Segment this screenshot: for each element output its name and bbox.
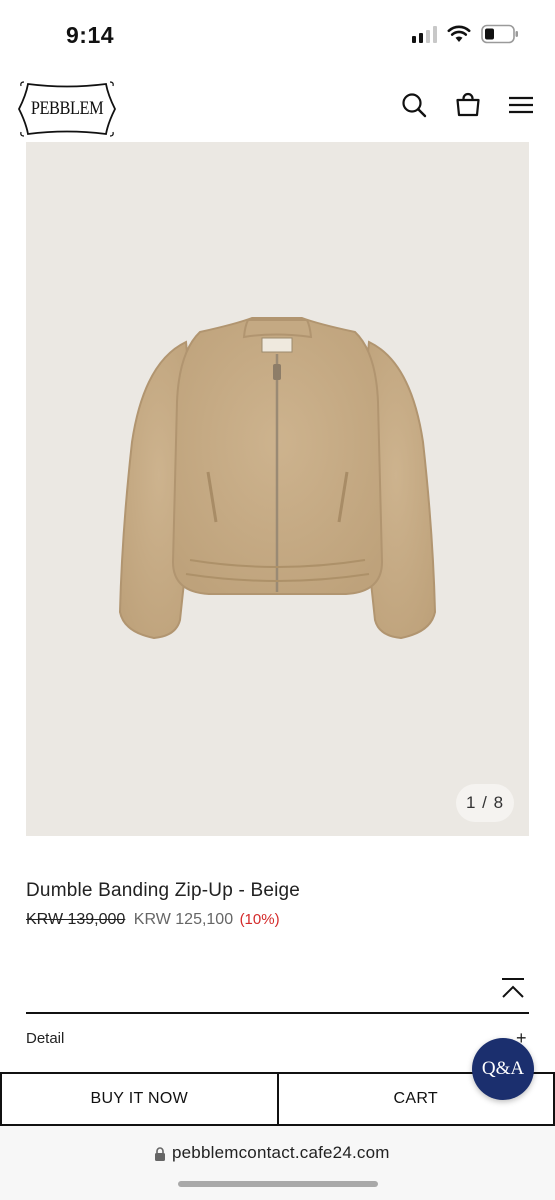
product-title: Dumble Banding Zip-Up - Beige bbox=[26, 880, 301, 901]
jacket-illustration bbox=[118, 317, 437, 640]
site-header: PEBBLEM bbox=[0, 72, 555, 142]
section-divider bbox=[26, 1012, 529, 1014]
wifi-icon bbox=[447, 25, 471, 42]
signal-icon bbox=[412, 25, 437, 43]
url-text: pebblemcontact.cafe24.com bbox=[172, 1143, 390, 1162]
price-row: KRW 139,000 KRW 125,100 (10%) bbox=[26, 911, 280, 929]
logo-text: PEBBLEM bbox=[30, 98, 104, 119]
lock-icon bbox=[155, 1147, 165, 1161]
home-indicator bbox=[178, 1181, 378, 1187]
sale-price: KRW 125,100 bbox=[133, 911, 234, 928]
detail-section-label[interactable]: Detail bbox=[26, 1030, 64, 1047]
discount-badge: (10%) bbox=[239, 911, 280, 928]
product-image[interactable]: 1 / 8 bbox=[26, 142, 529, 836]
battery-icon bbox=[481, 24, 518, 44]
status-bar: 9:14 bbox=[0, 0, 555, 72]
buy-now-button[interactable]: BUY IT NOW bbox=[2, 1074, 279, 1124]
status-icons bbox=[412, 24, 519, 44]
qa-button[interactable]: Q&A bbox=[472, 1038, 534, 1100]
status-time: 9:14 bbox=[66, 22, 115, 48]
browser-url-bar[interactable]: pebblemcontact.cafe24.com bbox=[0, 1126, 555, 1200]
bag-icon[interactable] bbox=[453, 90, 483, 120]
bottom-action-bar: BUY IT NOW CART bbox=[0, 1072, 555, 1126]
original-price: KRW 139,000 bbox=[26, 911, 126, 928]
collapse-up-icon[interactable] bbox=[498, 976, 528, 1002]
image-counter: 1 / 8 bbox=[456, 784, 514, 822]
search-icon[interactable] bbox=[399, 90, 429, 120]
menu-icon[interactable] bbox=[506, 90, 536, 120]
logo[interactable]: PEBBLEM bbox=[16, 80, 118, 138]
